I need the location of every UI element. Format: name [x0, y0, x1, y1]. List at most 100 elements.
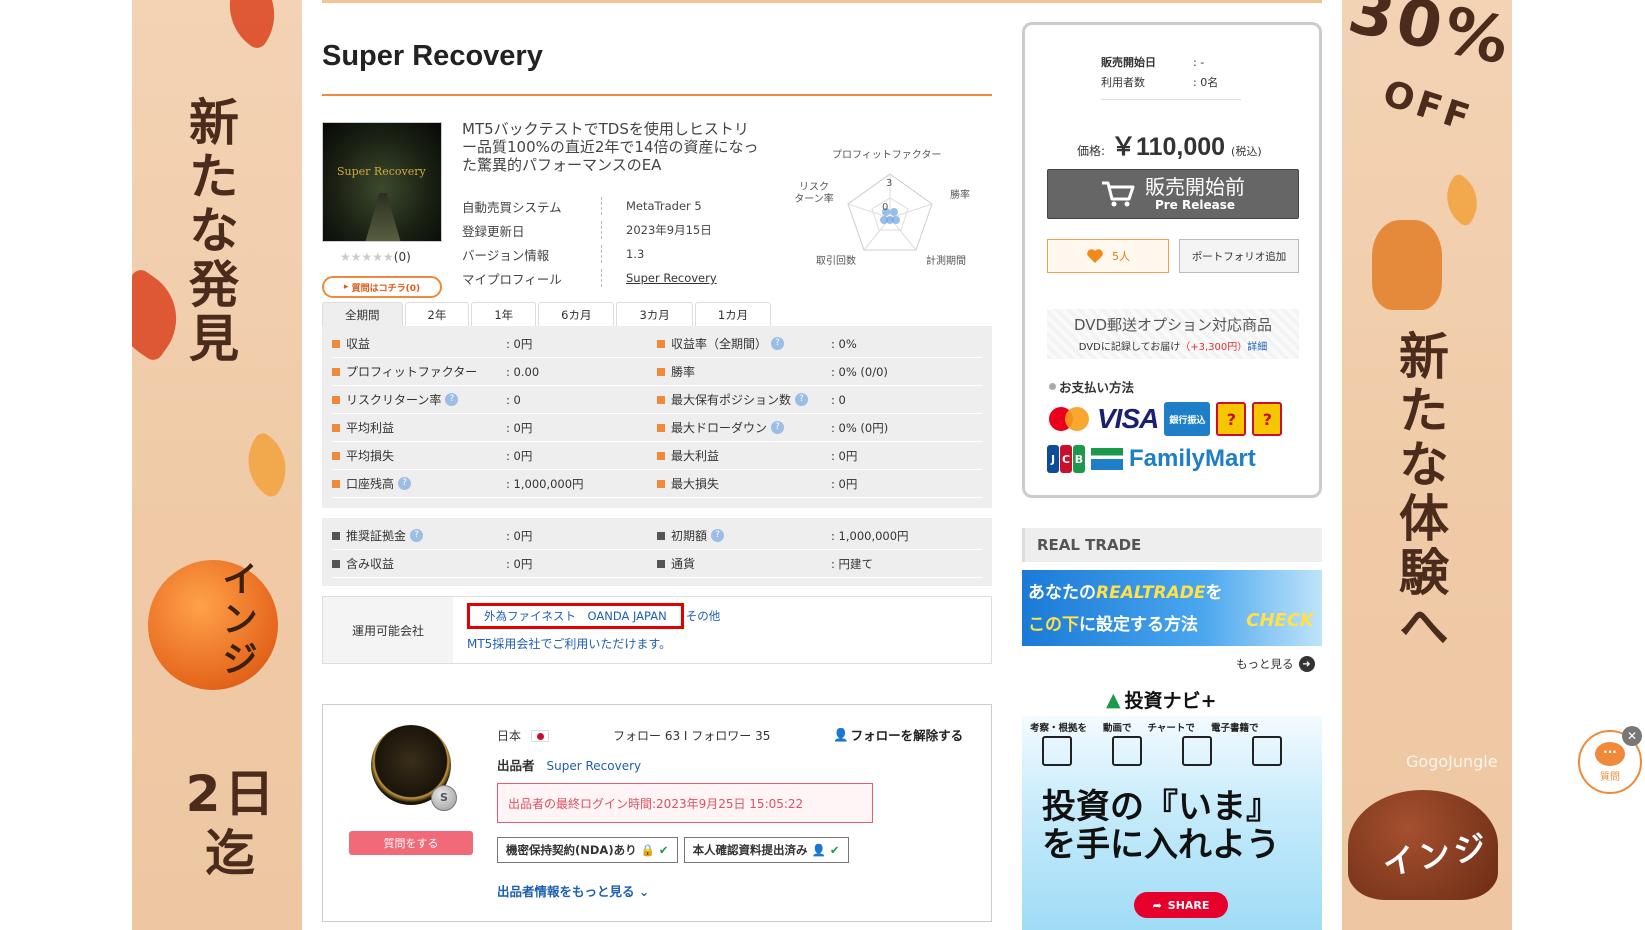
right-banner-off: OFF — [1377, 72, 1478, 141]
left-promo-banner[interactable]: 新たな発見 インジ 2日迄 — [132, 0, 302, 930]
dvd-detail-link[interactable]: 詳細 — [1247, 342, 1267, 353]
navi-banner[interactable]: 考察・根拠を 動画で チャートで 電子書籍で 投資の『いま』 を手に入れよう ➦… — [1022, 716, 1322, 930]
info-value: 1.3 — [626, 247, 645, 261]
question-button-label: 質問はコチラ(0) — [351, 283, 421, 294]
arrow-right-icon: ➜ — [1298, 656, 1315, 672]
rt-banner-text: を — [1205, 583, 1223, 603]
left-banner-sub-text: インジ — [216, 560, 257, 680]
bullet-icon — [332, 367, 340, 376]
navi-title-text: 投資ナビ+ — [1124, 690, 1217, 712]
broker-other-link[interactable]: その他 — [686, 608, 721, 624]
help-icon[interactable]: ? — [771, 337, 785, 350]
unfollow-button[interactable]: 👤 フォローを解除する — [833, 725, 963, 744]
help-icon[interactable]: ? — [771, 421, 785, 434]
stat-cell: 勝率: 0% (0/0) — [657, 363, 982, 380]
tab-3m[interactable]: 3カ月 — [616, 302, 693, 326]
last-login-notice: 出品者の最終ログイン時間:2023年9月25日 15:05:22 — [497, 783, 873, 823]
stat-value: : 円建て — [831, 556, 874, 571]
navi-headline-1: 投資の『いま』 — [1042, 787, 1280, 827]
bullet-icon — [657, 339, 665, 348]
broker-note[interactable]: MT5採用会社でご利用いただけます。 — [467, 635, 720, 652]
maple-leaf-icon — [1434, 172, 1490, 228]
top-accent-bar — [322, 0, 1322, 3]
stat-cell: 最大ドローダウン?: 0% (0円) — [657, 419, 982, 436]
heart-icon — [1087, 249, 1103, 263]
stat-cell: 最大保有ポジション数?: 0 — [657, 391, 982, 408]
radar-label-pf: プロフィットファクター — [832, 150, 942, 161]
seller-more-link[interactable]: 出品者情報をもっと見る ⌄ — [497, 881, 649, 900]
help-icon[interactable]: ? — [398, 477, 412, 490]
stat-cell: 平均損失: 0円 — [332, 447, 657, 464]
chat-label: 質問 — [1600, 771, 1620, 783]
close-icon[interactable]: ✕ — [1622, 726, 1642, 746]
unfollow-label: フォローを解除する — [850, 728, 964, 743]
rating-stars[interactable]: ★★★★★(0) — [340, 250, 411, 264]
tab-1m[interactable]: 1カ月 — [694, 302, 772, 326]
purchase-box: 販売開始日: - 利用者数: 0名 価格: ￥110,000 (税込) 販売開始… — [1022, 22, 1322, 498]
realtrade-more-link[interactable]: もっと見る ➜ — [1236, 656, 1315, 672]
seller-verification-badges: 機密保持契約(NDA)あり 🔒 ✔ 本人確認資料提出済み 👤 ✔ — [497, 837, 849, 863]
help-icon[interactable]: ? — [410, 529, 424, 542]
radar-label-winrate: 勝率 — [950, 190, 970, 201]
product-thumbnail[interactable]: Super Recovery — [322, 122, 442, 242]
seller-name-link[interactable]: Super Recovery — [547, 759, 642, 773]
bank-transfer-logo: 銀行振込 — [1164, 402, 1211, 436]
pre-release-button[interactable]: 販売開始前 Pre Release — [1047, 169, 1299, 219]
navi-tag: チャートで — [1147, 723, 1195, 734]
broker-link-list[interactable]: 外為ファイネスト OANDA JAPAN — [467, 603, 684, 629]
product-description: MT5バックテストでTDSを使用しヒストリー品質100%の直近2年で14倍の資産… — [462, 120, 759, 174]
pre-release-label-en: Pre Release — [1154, 198, 1236, 212]
stat-label: 最大保有ポジション数 — [671, 393, 792, 407]
stat-value: : 1,000,000円 — [831, 528, 909, 543]
seller-label: 出品者 — [497, 758, 535, 773]
navi-tag: 考察・根拠を — [1030, 723, 1088, 734]
title-divider — [322, 94, 992, 96]
tab-6m[interactable]: 6カ月 — [538, 302, 615, 326]
bullet-icon — [657, 395, 665, 404]
share-button[interactable]: ➦ SHARE — [1134, 892, 1228, 918]
question-button[interactable]: ▸ 質問はコチラ(0) — [322, 276, 442, 298]
seller-country: 日本 — [497, 727, 550, 744]
japan-flag-icon — [531, 729, 550, 742]
rt-banner-check: CHECK — [1246, 610, 1314, 631]
account-stats: 推奨証拠金?: 0円 初期額?: 1,000,000円 含み収益: 0円 通貨:… — [322, 518, 992, 586]
radar-svg — [847, 173, 933, 251]
book-icon — [1252, 736, 1282, 766]
cart-icon — [1102, 181, 1135, 207]
payment-logos: VISA 銀行振込 ? ? JCB FamilyMart — [1047, 399, 1307, 479]
tab-2y[interactable]: 2年 — [404, 302, 470, 326]
info-value: MetaTrader 5 — [626, 199, 702, 213]
squirrel-icon — [1372, 220, 1442, 310]
tab-all[interactable]: 全期間 — [322, 302, 403, 326]
info-key: バージョン情報 — [462, 245, 602, 263]
price-amount: ￥110,000 — [1111, 133, 1226, 161]
users-value: : 0名 — [1193, 76, 1219, 89]
help-icon[interactable]: ? — [445, 393, 459, 406]
help-icon[interactable]: ? — [795, 393, 809, 406]
id-verified-badge: 本人確認資料提出済み 👤 ✔ — [683, 837, 849, 863]
chat-bubble-icon: ··· — [1595, 741, 1625, 766]
ask-seller-button[interactable]: 質問をする — [349, 831, 473, 855]
info-key: 登録更新日 — [462, 221, 602, 239]
realtrade-heading: REAL TRADE — [1022, 528, 1322, 562]
rt-banner-highlight: この下 — [1028, 615, 1079, 635]
seller-avatar[interactable]: S — [371, 725, 457, 811]
bullet-icon — [657, 367, 665, 376]
right-promo-banner[interactable]: 30% OFF 新たな体験へ GogoJungle インジ — [1342, 0, 1512, 930]
info-key: マイプロフィール — [462, 269, 602, 287]
profile-link[interactable]: Super Recovery — [602, 271, 717, 285]
familymart-stripe-icon — [1091, 448, 1123, 470]
like-button[interactable]: 5人 — [1047, 239, 1169, 273]
bullet-icon — [332, 531, 340, 540]
realtrade-banner[interactable]: あなたのREALTRADEを この下に設定する方法 CHECK — [1022, 570, 1322, 646]
help-icon[interactable]: ? — [711, 529, 725, 542]
stat-value: : 0 — [506, 392, 521, 407]
visa-logo: VISA — [1097, 403, 1159, 434]
stat-label: 平均損失 — [346, 449, 395, 463]
stat-row: 収益: 0円 収益率（全期間）?: 0% — [332, 330, 982, 358]
stat-row: 平均損失: 0円 最大利益: 0円 — [332, 442, 982, 470]
stat-value: : 0円 — [831, 448, 858, 463]
stat-value: : 0% (0/0) — [831, 364, 888, 379]
tab-1y[interactable]: 1年 — [471, 302, 537, 326]
add-portfolio-button[interactable]: ポートフォリオ追加 — [1179, 239, 1299, 273]
